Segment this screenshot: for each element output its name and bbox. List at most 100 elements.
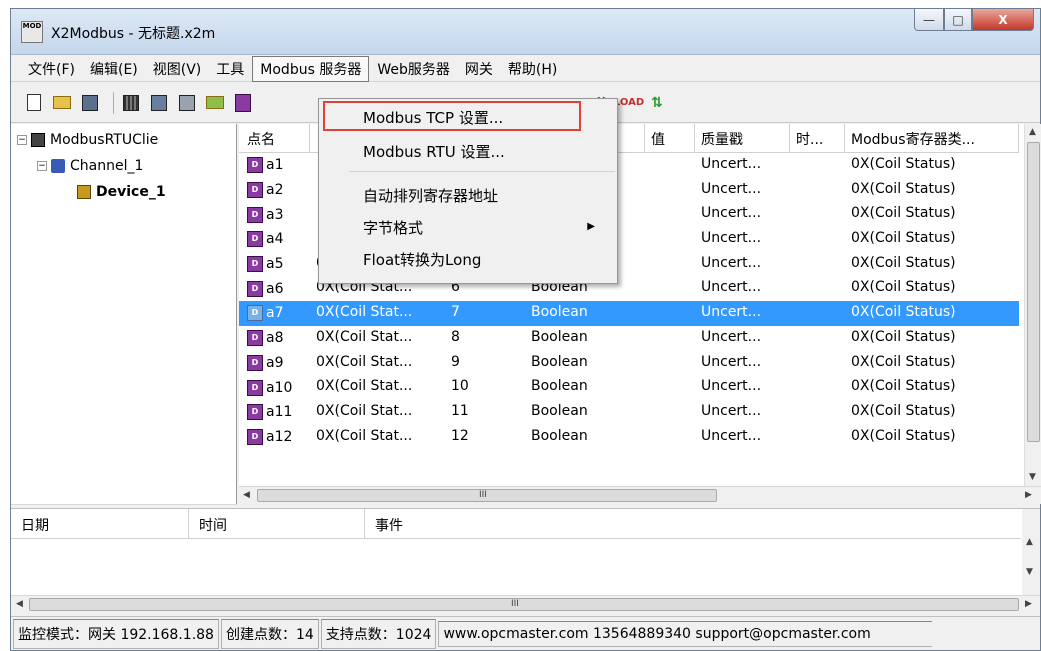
table-cell-quality: Uncert... <box>701 254 762 271</box>
tag-icon: D <box>247 206 263 223</box>
table-cell-datatype: Boolean <box>531 353 588 370</box>
table-cell-name: Da9 <box>239 351 310 376</box>
device-icon[interactable] <box>176 92 198 114</box>
tag-icon: D <box>247 280 263 297</box>
table-cell-value <box>645 252 695 277</box>
table-row[interactable]: Da12 0X(Coil Stat... 12 Boolean Uncert... 0X(… <box>239 425 1019 450</box>
table-cell-name: Da3 <box>239 202 310 227</box>
window-title: X2Modbus - 无标题.x2m <box>51 26 216 42</box>
tree-item-device[interactable]: Device_1 <box>77 184 166 200</box>
tag-icon: D <box>247 404 263 421</box>
scroll-thumb[interactable] <box>1027 142 1040 442</box>
table-cell-time <box>790 276 845 301</box>
menu-item-label: 字节格式 <box>363 219 424 237</box>
scroll-down-icon[interactable]: ▼ <box>1026 567 1033 577</box>
table-horizontal-scrollbar[interactable]: ◀ III ▶ <box>239 486 1041 504</box>
log-column-time[interactable]: 时间 <box>189 509 365 539</box>
grid-icon[interactable] <box>120 92 142 114</box>
table-row[interactable]: Da7 0X(Coil Stat... 7 Boolean Uncert... 0X(Co… <box>239 301 1019 326</box>
new-document-icon[interactable] <box>23 92 45 114</box>
table-cell-name: Da1 <box>239 153 310 178</box>
collapse-icon[interactable]: − <box>37 161 47 171</box>
table-row[interactable]: Da8 0X(Coil Stat... 8 Boolean Uncert... 0X(Co… <box>239 326 1019 351</box>
tag-name: a7 <box>266 305 284 322</box>
maximize-button[interactable]: □ <box>944 9 972 31</box>
table-row[interactable]: Da10 0X(Coil Stat... 10 Boolean Uncert... 0X(… <box>239 375 1019 400</box>
close-button[interactable]: X <box>972 9 1034 31</box>
open-folder-icon[interactable] <box>51 92 73 114</box>
tree-label-channel: Channel_1 <box>70 158 144 174</box>
menu-item-byte-format[interactable]: 字节格式 ▶ <box>319 217 617 238</box>
column-header[interactable]: 质量戳 <box>695 124 790 153</box>
menu-item-auto-arrange[interactable]: 自动排列寄存器地址 <box>319 185 617 206</box>
table-cell-quality: Uncert... <box>701 156 762 172</box>
scroll-right-icon[interactable]: ▶ <box>1025 599 1032 609</box>
submenu-arrow-icon: ▶ <box>587 221 595 232</box>
menu-item-modbus-tcp-settings[interactable]: Modbus TCP 设置... <box>319 107 617 128</box>
table-cell-datatype: Boolean <box>531 304 588 321</box>
minimize-button[interactable]: — <box>914 9 944 31</box>
table-cell-reg: 0X(Coil Status) <box>851 304 956 321</box>
scroll-right-icon[interactable]: ▶ <box>1025 490 1032 500</box>
table-row[interactable]: Da9 0X(Coil Stat... 9 Boolean Uncert... 0X(Co… <box>239 351 1019 376</box>
table-cell-time <box>790 227 845 252</box>
scroll-left-icon[interactable]: ◀ <box>243 490 250 500</box>
scroll-down-icon[interactable]: ▼ <box>1029 472 1036 482</box>
save-icon[interactable] <box>79 92 101 114</box>
add-tag-icon[interactable] <box>232 92 254 114</box>
table-cell-name: Da5 <box>239 252 310 277</box>
scroll-grip-icon: III <box>479 490 487 500</box>
column-header[interactable]: 值 <box>645 124 695 153</box>
menu-modbus-server[interactable]: Modbus 服务器 <box>252 55 370 82</box>
log-column-event[interactable]: 事件 <box>365 509 1019 539</box>
tree-item-client[interactable]: − ModbusRTUClie <box>17 132 158 148</box>
column-header[interactable]: 点名 <box>239 124 310 153</box>
table-cell-quality: Uncert... <box>701 205 762 222</box>
add-channel-icon[interactable] <box>148 92 170 114</box>
menu-help[interactable]: 帮助(H) <box>501 57 564 81</box>
scroll-up-icon[interactable]: ▲ <box>1029 127 1036 137</box>
menu-tools[interactable]: 工具 <box>209 57 251 81</box>
table-row[interactable]: Da11 0X(Coil Stat... 11 Boolean Uncert... 0X(… <box>239 400 1019 425</box>
table-cell-addr: 7 <box>451 304 460 321</box>
table-vertical-scrollbar[interactable]: ▲ ▼ <box>1024 124 1041 486</box>
menu-item-modbus-rtu-settings[interactable]: Modbus RTU 设置... <box>319 141 617 162</box>
tag-icon: D <box>247 256 263 273</box>
table-cell-name: Da4 <box>239 227 310 252</box>
table-cell-value <box>645 351 695 376</box>
scroll-left-icon[interactable]: ◀ <box>16 599 23 609</box>
table-cell-value <box>645 375 695 400</box>
table-cell-reg: 0X(Coil Status) <box>851 353 956 370</box>
table-cell-reg: 0X(Coil Status) <box>851 279 956 296</box>
log-column-date[interactable]: 日期 <box>11 509 189 539</box>
scroll-thumb[interactable] <box>29 598 1019 611</box>
scroll-up-icon[interactable]: ▲ <box>1026 537 1033 547</box>
menu-item-float-to-long[interactable]: Float转换为Long <box>319 249 617 270</box>
table-cell-value <box>645 425 695 450</box>
add-folder-icon[interactable] <box>204 92 226 114</box>
column-header[interactable]: 时... <box>790 124 845 153</box>
table-cell-addr: 9 <box>451 353 460 370</box>
tag-icon: D <box>247 157 263 174</box>
scroll-grip-icon: III <box>511 599 519 609</box>
tree-item-channel[interactable]: − Channel_1 <box>37 158 143 174</box>
log-vertical-scrollbar[interactable]: ▲ ▼ <box>1022 509 1040 595</box>
menu-edit[interactable]: 编辑(E) <box>83 57 145 81</box>
event-log: 日期 时间 事件 ▲ ▼ ◀ III ▶ <box>11 508 1040 613</box>
log-horizontal-scrollbar[interactable]: ◀ III ▶ <box>11 595 1040 613</box>
table-cell-quality: Uncert... <box>701 230 762 247</box>
menu-view[interactable]: 视图(V) <box>146 57 209 81</box>
menu-gateway[interactable]: 网关 <box>458 57 500 81</box>
table-cell-quality: Uncert... <box>701 402 762 419</box>
collapse-icon[interactable]: − <box>17 135 27 145</box>
menu-web-server[interactable]: Web服务器 <box>370 57 457 81</box>
table-cell-quality: Uncert... <box>701 279 762 296</box>
column-header[interactable]: Modbus寄存器类... <box>845 124 1019 153</box>
table-cell-value <box>645 276 695 301</box>
table-cell-datatype: Boolean <box>531 402 588 419</box>
tag-name: a9 <box>266 354 284 371</box>
load-icon[interactable]: LOAD <box>614 92 644 114</box>
up-down-icon[interactable]: ⇅ <box>646 92 668 114</box>
menu-file[interactable]: 文件(F) <box>21 57 82 81</box>
scroll-thumb[interactable] <box>257 489 717 502</box>
